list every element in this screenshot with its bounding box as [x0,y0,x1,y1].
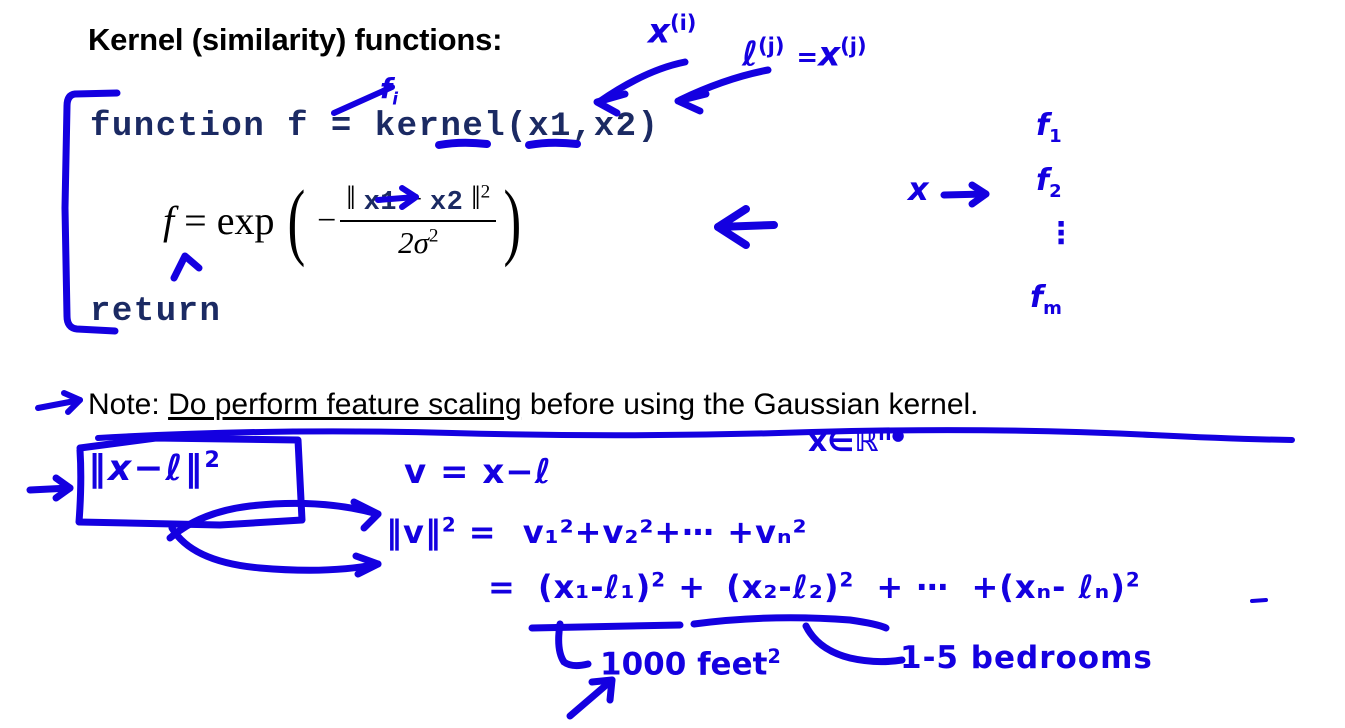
handwritten-boxed-norm-expression: ‖x−ℓ‖2 [88,447,222,489]
handwritten-feature-ellipsis: ⋮ [1046,216,1076,251]
f-label-subscript: i [392,88,398,109]
denominator-base: 2σ [398,225,429,260]
norm-v-equals: = [468,513,497,551]
handwritten-arrow-landmark-to-x2 [674,66,772,115]
handwritten-arrow-to-norm [375,185,419,210]
norm-close-bar: ‖ [471,180,481,217]
handwritten-mapping-arrow [940,181,990,208]
note-underlined: Do perform feature scaling [168,388,522,421]
note-lead: Note: [88,388,160,421]
expansion-equals: = [488,568,516,606]
denominator-power: 2 [428,225,439,247]
feature-base: f [1030,280,1044,315]
handwritten-units-feet: 1000 feet2 [600,645,781,682]
x-base: x [648,11,670,52]
handwritten-x-superscript-i: x(i) [648,10,696,51]
handwritten-arrow-to-feet [566,676,616,720]
feature-subscript: 1 [1049,126,1062,147]
boxed-norm-l: ℓ [165,448,185,489]
equation-equals: = [184,198,207,243]
landmark-equals: = [796,42,819,73]
slide-canvas: Kernel (similarity) functions: function … [0,0,1345,728]
handwritten-arrow-to-f [331,84,395,116]
x-superscript: (i) [669,10,697,35]
norm-power: 2 [480,181,491,203]
handwritten-feature-m: fm [1030,280,1062,319]
boxed-norm-minus: − [133,448,166,489]
expansion-term-n-power: 2 [1125,568,1141,592]
handwritten-squared-distance-expansion: = (x₁-ℓ₁)2 + (x₂-ℓ₂)2 + ⋯ +(xₙ- ℓₙ)2 [488,568,1141,606]
equation-open-paren: ( [287,172,306,269]
x-in-rn-scribble: ● [891,426,905,444]
boxed-norm-open: ‖ [88,448,108,489]
handwritten-norm-v-expansion: ‖v‖2 = v₁²+v₂²+⋯ +vₙ² [386,513,808,551]
equation-denominator: 2σ2 [392,222,444,261]
equation-exp: exp [216,198,275,243]
landmark-x-superscript: (j) [840,33,867,58]
handwritten-feature-1: f1 [1036,108,1062,147]
feature-base: f [1036,163,1050,198]
handwritten-arrow-pointing-left [714,205,778,249]
landmark-x-base: x [818,34,841,75]
expansion-term-2-power: 2 [839,568,855,592]
expansion-plus-n: + [971,568,1000,606]
equation-close-paren: ) [503,172,522,269]
handwritten-feature-2: f2 [1036,163,1062,202]
feature-subscript: m [1043,298,1062,319]
handwritten-underline-x1 [435,138,491,149]
handwritten-left-bracket [61,89,121,335]
expansion-ellipsis: + ⋯ [876,568,950,606]
feature-subscript: 2 [1049,181,1062,202]
equation-lhs: f [163,198,175,243]
x-in-rn-base: x∈ℝ [808,424,879,459]
feature-base: f [1036,108,1050,143]
handwritten-x-mapping-label: x [908,170,929,208]
note-line: Note: Do perform feature scaling before … [88,388,979,422]
page-title: Kernel (similarity) functions: [88,22,503,57]
handwritten-curved-arrow-lower [168,524,382,578]
x-in-rn-superscript: n [878,424,892,445]
note-tail: before using the Gaussian kernel. [521,388,979,421]
f-label: f [380,72,393,105]
handwritten-arrow-before-note [35,390,83,415]
norm-v-terms: v₁²+v₂²+⋯ +vₙ² [522,513,808,551]
kernel-equation: f = exp ( − ‖ x1 − x2 ‖2 2σ2 ) [163,172,527,269]
expansion-plus-1: + [678,568,706,606]
expansion-term-n: (xₙ- ℓₙ) [999,568,1126,606]
handwritten-stray-dash [1250,598,1268,603]
boxed-norm-close: ‖ [184,448,205,489]
handwritten-x-in-rn: x∈ℝn● [808,424,905,459]
handwritten-underline-x2 [525,138,581,149]
handwritten-f-i-label: fi [380,72,398,109]
expansion-term-1-power: 2 [651,568,667,592]
norm-open-bar: ‖ [346,180,356,217]
handwritten-v-definition: v = x−ℓ [404,452,552,492]
boxed-norm-power: 2 [204,447,222,473]
expansion-term-2: (x₂-ℓ₂) [726,568,840,606]
handwritten-caret-under-f [170,252,203,282]
equation-minus: − [317,201,337,239]
handwritten-units-bedrooms: 1-5 bedrooms [900,640,1153,676]
norm-v: ‖v‖ [386,513,442,551]
handwritten-hook-to-feet-label [555,620,592,670]
boxed-norm-x: x [108,448,134,489]
landmark-superscript: (j) [758,33,785,58]
units-feet-power: 2 [767,645,781,668]
equation-x2: x2 [429,188,464,218]
expansion-term-1: (x₁-ℓ₁) [537,568,652,606]
norm-v-power: 2 [441,513,457,537]
